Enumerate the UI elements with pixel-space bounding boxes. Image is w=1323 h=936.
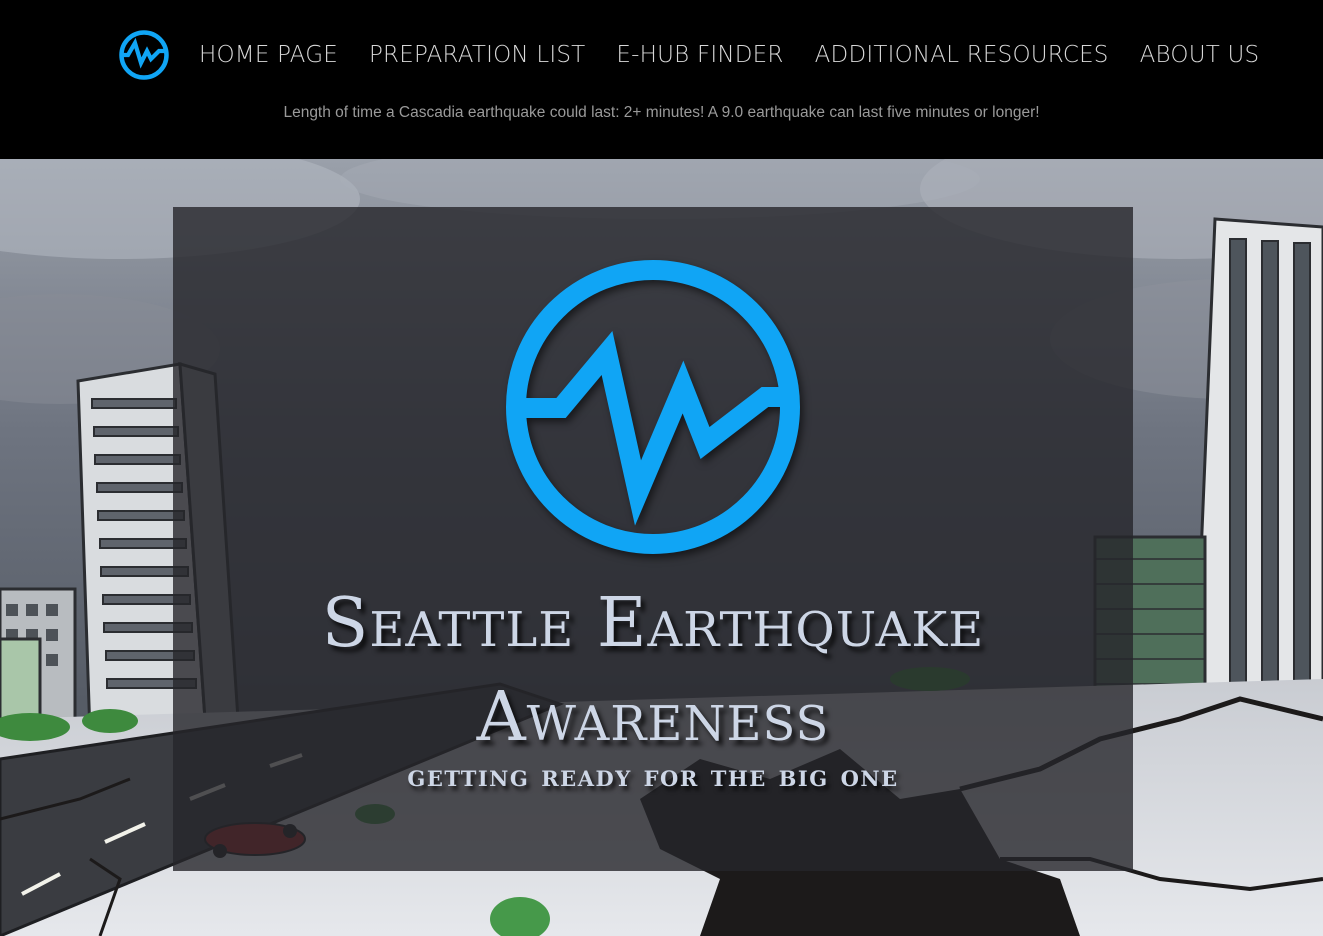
hero-subtitle: getting ready for the big one [407,759,899,794]
seismic-wave-logo-icon[interactable] [118,29,170,81]
earthquake-fact-banner: Length of time a Cascadia earthquake cou… [283,104,1040,121]
site-header: HOME PAGE PREPARATION LIST E-HUB FINDER … [0,0,1323,159]
hero-title: Seattle Earthquake Awareness [321,584,985,757]
nav-link-additional-resources[interactable]: ADDITIONAL RESOURCES [815,42,1109,68]
page: HOME PAGE PREPARATION LIST E-HUB FINDER … [0,0,1323,936]
nav-link-about-us[interactable]: ABOUT US [1140,42,1260,68]
nav-link-e-hub-finder[interactable]: E-HUB FINDER [616,42,783,68]
nav-link-home-page[interactable]: HOME PAGE [199,42,338,68]
seismic-wave-hero-logo-icon [506,260,800,554]
hero-section: Seattle Earthquake Awareness getting rea… [0,159,1323,936]
main-nav: HOME PAGE PREPARATION LIST E-HUB FINDER … [118,28,1259,82]
hero-overlay-panel: Seattle Earthquake Awareness getting rea… [173,207,1133,871]
nav-link-preparation-list[interactable]: PREPARATION LIST [369,42,585,68]
